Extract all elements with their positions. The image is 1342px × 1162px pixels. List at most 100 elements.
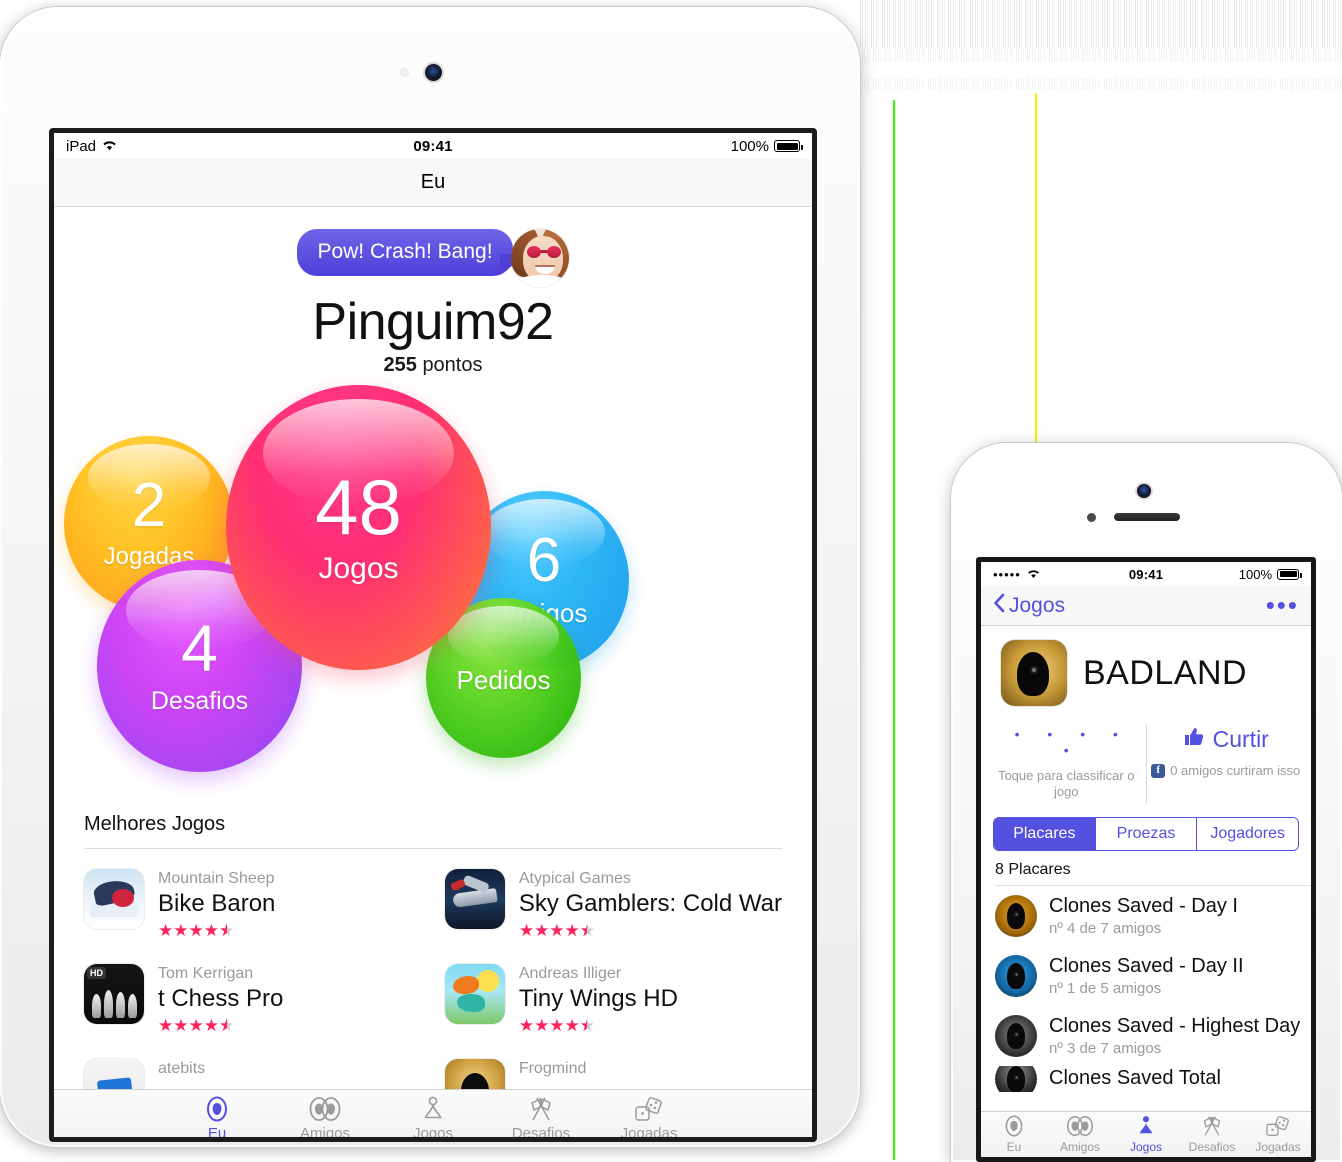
ellipsis-icon[interactable]: •••	[1266, 592, 1299, 617]
game-name: Tiny Wings HD	[518, 984, 678, 1012]
tiny-wings-icon	[444, 963, 505, 1024]
tab-amigos[interactable]: Amigos	[1047, 1115, 1113, 1154]
tab-jogadas[interactable]: Jogadas	[1245, 1115, 1311, 1154]
stat-label: Desafios	[150, 687, 249, 716]
tab-jogos[interactable]: Jogos	[1113, 1115, 1179, 1154]
tab-label: Eu	[1006, 1140, 1022, 1154]
segment-placares[interactable]: Placares	[994, 817, 1095, 850]
game-list-item[interactable]: atebits	[84, 1058, 405, 1089]
battery-icon	[1277, 568, 1302, 580]
game-developer: Tom Kerrigan	[158, 964, 254, 982]
iphone-screen: ••••• 09:41 100% Jogos ••• BADLAND • • •…	[976, 557, 1316, 1162]
tab-amigos[interactable]: Amigos	[271, 1096, 379, 1137]
segment-proezas[interactable]: Proezas	[1094, 817, 1197, 850]
ipad-status-bar: iPad 09:41 100%	[54, 133, 812, 159]
game-name: Sky Gamblers: Cold War	[518, 889, 782, 917]
game-list-item[interactable]: Andreas Illiger Tiny Wings HD ★★★★★★	[444, 963, 782, 1059]
ipad-sensor-icon	[400, 68, 409, 77]
game-developer: Mountain Sheep	[158, 869, 275, 887]
game-developer: atebits	[158, 1059, 206, 1077]
status-message-bubble[interactable]: Pow! Crash! Bang!	[297, 229, 520, 276]
rating-dots[interactable]: • • • • •	[991, 726, 1142, 758]
page-title: Eu	[420, 171, 446, 193]
thumbs-up-icon	[1183, 726, 1205, 753]
game-developer: Atypical Games	[518, 869, 631, 887]
leaderboard-rank: nº 1 de 5 amigos	[1049, 979, 1162, 997]
stat-label: Jogos	[318, 552, 399, 586]
game-list-item[interactable]: HD Tom Kerrigan t Chess Pro ★★★★★★	[84, 963, 405, 1059]
game-developer: Frogmind	[518, 1059, 587, 1077]
frogmind-icon	[444, 1058, 505, 1089]
chevron-left-icon	[993, 593, 1005, 619]
status-time: 09:41	[1128, 566, 1164, 582]
iphone-sensor-icon	[1087, 513, 1096, 522]
section-title: Melhores Jogos	[84, 812, 226, 835]
sky-gamblers-icon	[444, 868, 505, 929]
leaderboard-rank: nº 4 de 7 amigos	[1049, 919, 1162, 937]
yellow-artifact-line	[1035, 93, 1037, 473]
tab-jogos[interactable]: Jogos	[379, 1096, 487, 1142]
badland-dark2-icon	[995, 1065, 1037, 1092]
avatar[interactable]	[510, 229, 569, 287]
like-button[interactable]: Curtir	[1151, 726, 1302, 753]
rate-game-control[interactable]: • • • • • Toque para classificar o jogo	[987, 720, 1146, 807]
render-noise-artifact	[862, 48, 1342, 62]
tab-eu[interactable]: Eu	[163, 1096, 271, 1137]
tab-jogadas[interactable]: Jogadas	[595, 1096, 703, 1137]
leaderboard-name: Clones Saved - Day II	[1049, 954, 1244, 977]
leaderboard-row[interactable]: Clones Saved - Day II nº 1 de 5 amigos	[981, 946, 1311, 1006]
leaderboard-row[interactable]: Clones Saved - Highest Day nº 3 de 7 ami…	[981, 1006, 1311, 1066]
t-chess-pro-icon: HD	[84, 963, 144, 1024]
green-artifact-line	[893, 100, 895, 1160]
iphone-tab-bar: Eu Amigos Jogos Desafios Jogadas	[981, 1111, 1311, 1157]
bike-baron-icon	[84, 868, 144, 929]
game-list-item[interactable]: Atypical Games Sky Gamblers: Cold War ★★…	[444, 868, 782, 964]
carrier-label: iPad	[66, 137, 97, 155]
leaderboard-row[interactable]: Clones Saved Total	[981, 1065, 1311, 1092]
game-title: BADLAND	[1083, 653, 1248, 692]
iphone-speaker-icon	[1114, 513, 1180, 521]
tab-label: Desafios	[511, 1124, 571, 1142]
iphone-nav-bar: Jogos •••	[981, 586, 1311, 626]
back-button[interactable]: Jogos	[993, 593, 1065, 619]
rating-row: • • • • • Toque para classificar o jogo …	[981, 714, 1311, 811]
profile-username: Pinguim92	[312, 293, 554, 351]
ipad-camera-icon	[425, 64, 442, 81]
rating-caption: Toque para classificar o jogo	[997, 768, 1135, 800]
battery-percent: 100%	[730, 137, 769, 155]
tab-label: Jogadas	[1255, 1140, 1301, 1154]
render-noise-artifact	[860, 0, 1342, 48]
leaderboard-name: Clones Saved - Day I	[1049, 894, 1238, 917]
ipad-tab-bar: Eu Amigos Jogos Desafios Jogadas	[54, 1089, 812, 1142]
stat-bubble-jogos[interactable]: 48 Jogos	[226, 384, 491, 670]
badland-icon[interactable]	[1001, 640, 1067, 706]
segment-jogadores[interactable]: Jogadores	[1196, 817, 1298, 850]
atebits-icon	[84, 1058, 144, 1089]
game-list-item[interactable]: Frogmind	[444, 1058, 782, 1089]
tab-label: Jogos	[412, 1124, 454, 1142]
points-label: pontos	[422, 353, 483, 376]
leaderboard-rank: nº 3 de 7 amigos	[1049, 1039, 1162, 1057]
game-developer: Andreas Illiger	[518, 964, 622, 982]
stat-label: Pedidos	[456, 665, 551, 696]
leaderboard-name: Clones Saved - Highest Day	[1049, 1014, 1301, 1037]
game-name: Bike Baron	[158, 889, 276, 917]
badland-blue-icon	[995, 954, 1037, 997]
leaderboard-row[interactable]: Clones Saved - Day I nº 4 de 7 amigos	[981, 886, 1311, 946]
facebook-icon: f	[1151, 763, 1166, 778]
tab-desafios[interactable]: Desafios	[487, 1096, 595, 1142]
game-list-item[interactable]: Mountain Sheep Bike Baron ★★★★★★	[84, 868, 405, 964]
stat-value: 2	[131, 471, 167, 541]
points-value: 255	[383, 353, 417, 376]
wifi-icon	[1027, 567, 1040, 582]
stats-bubble-cluster: 2 Jogadas 4 Desafios 6 Amigos Pedidos	[54, 383, 812, 813]
iphone-camera-icon	[1137, 484, 1151, 498]
tab-desafios[interactable]: Desafios	[1179, 1115, 1245, 1154]
ipad-screen: iPad 09:41 100% Eu Pow! Crash! Bang! Pin…	[49, 128, 817, 1142]
iphone-status-bar: ••••• 09:41 100%	[981, 562, 1311, 586]
ipad-content-area: Pow! Crash! Bang! Pinguim92 255 pontos 2…	[54, 207, 812, 1089]
tab-eu[interactable]: Eu	[981, 1115, 1047, 1154]
top-games-grid: Mountain Sheep Bike Baron ★★★★★★ Atypica…	[84, 849, 782, 1089]
facebook-caption-text: 0 amigos curtiram isso	[1170, 763, 1301, 778]
stat-value: 4	[181, 611, 218, 686]
